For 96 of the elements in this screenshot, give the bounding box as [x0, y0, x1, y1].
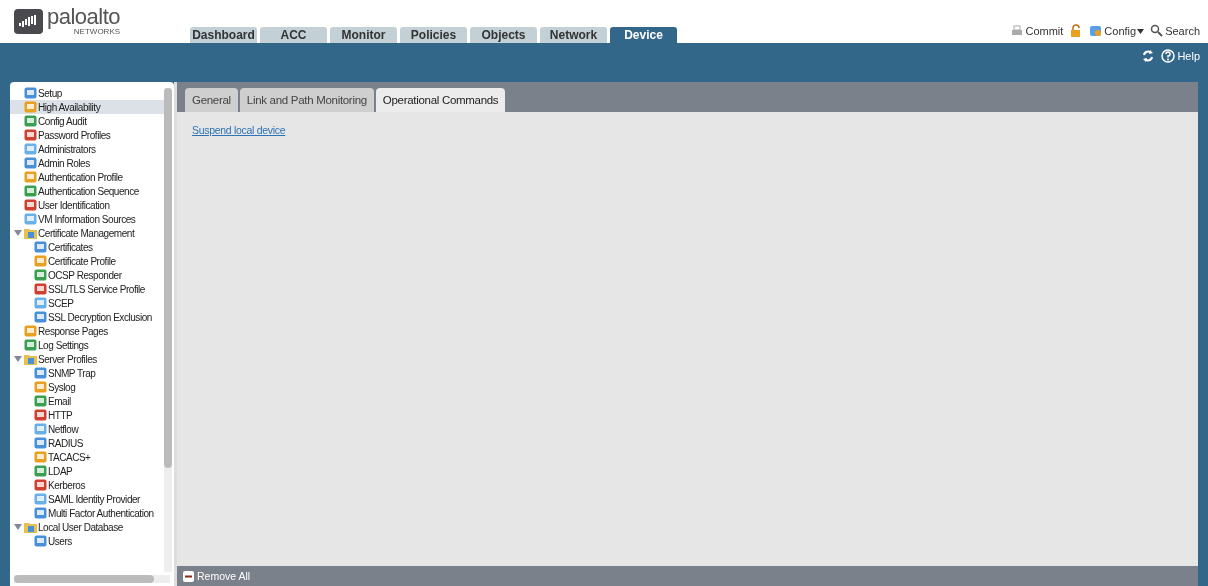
tree-item[interactable]: Certificate Management — [10, 226, 164, 240]
tree-item[interactable]: Log Settings — [10, 338, 164, 352]
tree-item[interactable]: Administrators — [10, 142, 164, 156]
logo-subtitle: NETWORKS — [73, 28, 121, 36]
tree-item[interactable]: RADIUS — [10, 436, 164, 450]
tree-item[interactable]: LDAP — [10, 464, 164, 478]
tile-icon — [34, 479, 47, 491]
folder-icon — [24, 353, 37, 365]
tree-item[interactable]: Authentication Sequence — [10, 184, 164, 198]
tree-item[interactable]: Syslog — [10, 380, 164, 394]
tile-icon — [34, 381, 47, 393]
tile-icon — [24, 129, 37, 141]
tree-item[interactable]: Local User Database — [10, 520, 164, 534]
expand-triangle-icon[interactable] — [14, 523, 22, 531]
tab[interactable]: Link and Path Monitoring — [239, 88, 374, 112]
tile-icon — [34, 311, 47, 323]
tile-icon — [34, 269, 47, 281]
tile-icon — [24, 171, 37, 183]
header-action[interactable]: Config — [1089, 24, 1145, 38]
tree-item[interactable]: Server Profiles — [10, 352, 164, 366]
tile-icon — [24, 213, 37, 225]
tile-icon — [24, 185, 37, 197]
tile-icon — [34, 241, 47, 253]
tree-item[interactable]: VM Information Sources — [10, 212, 164, 226]
tree-item[interactable]: Config Audit — [10, 114, 164, 128]
tree-item[interactable]: Authentication Profile — [10, 170, 164, 184]
tile-icon — [24, 199, 37, 211]
nav-tab[interactable]: Network — [540, 27, 607, 43]
tile-icon — [24, 157, 37, 169]
tab[interactable]: General — [185, 88, 238, 112]
expand-triangle-icon[interactable] — [14, 229, 22, 237]
remove-all-button[interactable]: Remove All — [183, 570, 251, 582]
tile-icon — [34, 255, 47, 267]
tree-item[interactable]: Kerberos — [10, 478, 164, 492]
help-link[interactable]: Help — [1161, 49, 1200, 63]
tree-item[interactable]: Netflow — [10, 422, 164, 436]
scrollbar[interactable] — [14, 575, 170, 583]
caret-icon — [1137, 28, 1145, 34]
tree-item[interactable]: User Identification — [10, 198, 164, 212]
tree-item[interactable]: Password Profiles — [10, 128, 164, 142]
tree-item[interactable]: SAML Identity Provider — [10, 492, 164, 506]
tile-icon — [34, 493, 47, 505]
tree-item[interactable]: Response Pages — [10, 324, 164, 338]
search-icon — [1150, 24, 1165, 38]
nav-tab[interactable]: Monitor — [330, 27, 397, 43]
tree-item[interactable]: SSL Decryption Exclusion — [10, 310, 164, 324]
tile-icon — [24, 143, 37, 155]
help-icon — [1161, 49, 1176, 63]
tile-icon — [24, 87, 37, 99]
nav-tab[interactable]: Dashboard — [190, 27, 257, 43]
logo-icon — [14, 8, 43, 34]
tile-icon — [24, 101, 37, 113]
tile-icon — [34, 297, 47, 309]
tree-item[interactable]: High Availability — [10, 100, 164, 114]
logo-name: paloalto — [47, 6, 121, 28]
tree-item[interactable]: SSL/TLS Service Profile — [10, 282, 164, 296]
tile-icon — [34, 437, 47, 449]
tree-item[interactable]: SCEP — [10, 296, 164, 310]
nav-tab[interactable]: Device — [610, 27, 677, 43]
folder-icon — [24, 227, 37, 239]
tree-item[interactable]: Admin Roles — [10, 156, 164, 170]
header-action[interactable]: Search — [1150, 24, 1200, 38]
nav-tab[interactable]: Policies — [400, 27, 467, 43]
tab[interactable]: Operational Commands — [375, 88, 506, 112]
tile-icon — [34, 507, 47, 519]
tile-icon — [34, 409, 47, 421]
tree-item[interactable]: OCSP Responder — [10, 268, 164, 282]
expand-triangle-icon[interactable] — [14, 355, 22, 363]
scrollbar[interactable] — [164, 88, 172, 572]
tree-item[interactable]: TACACS+ — [10, 450, 164, 464]
tile-icon — [34, 395, 47, 407]
tree-item[interactable]: HTTP — [10, 408, 164, 422]
tile-icon — [24, 115, 37, 127]
tree-item[interactable]: Setup — [10, 86, 164, 100]
tree-item[interactable]: Certificate Profile — [10, 254, 164, 268]
tile-icon — [34, 367, 47, 379]
tile-icon — [34, 423, 47, 435]
tile-icon — [34, 283, 47, 295]
folder-icon — [24, 521, 37, 533]
tile-icon — [24, 325, 37, 337]
minus-icon — [183, 570, 194, 582]
tree-item[interactable]: Users — [10, 534, 164, 548]
tile-icon — [34, 451, 47, 463]
tree-item[interactable]: Email — [10, 394, 164, 408]
tile-icon — [34, 535, 47, 547]
nav-tab[interactable]: Objects — [470, 27, 537, 43]
tile-icon — [24, 339, 37, 351]
tree-item[interactable]: Certificates — [10, 240, 164, 254]
tree-item[interactable]: SNMP Trap — [10, 366, 164, 380]
suspend-link[interactable]: Suspend local device — [192, 124, 286, 136]
tile-icon — [34, 465, 47, 477]
tree-item[interactable]: Multi Factor Authentication — [10, 506, 164, 520]
refresh-icon[interactable] — [1141, 49, 1156, 63]
printer-icon — [1010, 24, 1025, 38]
nav-tab[interactable]: ACC — [260, 27, 327, 43]
header-action[interactable]: Commit — [1010, 24, 1064, 38]
